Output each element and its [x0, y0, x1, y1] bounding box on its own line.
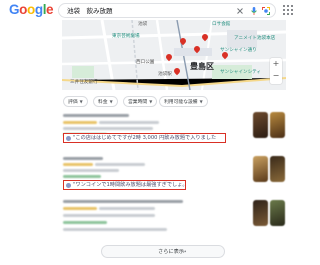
- result-thumbnail[interactable]: [270, 112, 285, 138]
- filter-chip-rating[interactable]: 評価 ▼: [63, 96, 88, 107]
- result-thumbnail[interactable]: [270, 156, 285, 182]
- avatar: [66, 135, 71, 141]
- map-label-station: 池袋駅: [158, 72, 172, 77]
- chip-label: 営業時間: [128, 100, 148, 105]
- zoom-out-button[interactable]: −: [270, 70, 282, 82]
- filter-chip-facilities[interactable]: 利用可能な設備 ▼: [159, 96, 208, 107]
- mic-icon[interactable]: [249, 6, 259, 16]
- chip-label: 利用可能な設備: [164, 100, 198, 105]
- review-text: "ワンコインで1時間飲み放題は最強すぎでしょ。: [73, 182, 188, 188]
- result-address-blurred: [63, 127, 153, 130]
- result-thumbnail[interactable]: [253, 156, 268, 182]
- rating-stars-blurred: [63, 207, 97, 210]
- result-thumbnail[interactable]: [270, 200, 285, 226]
- apps-icon[interactable]: [283, 5, 293, 15]
- map-label-sunshine-city: サンシャインシティ: [220, 70, 262, 75]
- result-title-blurred: [63, 114, 129, 117]
- avatar: [66, 182, 71, 188]
- logo-letter: o: [19, 2, 27, 17]
- filter-chip-hours[interactable]: 営業時間 ▼: [123, 96, 158, 107]
- lens-icon[interactable]: [261, 6, 271, 16]
- chevron-down-icon: ▼: [149, 99, 153, 104]
- map-label-animate: アニメイト池袋本店: [234, 36, 276, 41]
- map-label-theater: 東京芸術劇場: [112, 34, 140, 39]
- logo-letter: e: [46, 2, 54, 17]
- chevron-down-icon: ▼: [199, 99, 203, 104]
- rating-stars-blurred: [63, 121, 97, 124]
- map-label-ikebukuro: 池袋: [138, 22, 148, 27]
- map-ward-label: 豊島区: [190, 62, 214, 71]
- show-more-label: さらに表示: [158, 249, 184, 255]
- arrow-right-icon: →: [182, 249, 187, 255]
- chevron-down-icon: ▼: [79, 99, 83, 104]
- result-meta-blurred: [95, 163, 145, 166]
- result-address-blurred: [63, 214, 155, 217]
- rating-stars-blurred: [63, 163, 93, 166]
- result-hours-blurred: [63, 221, 107, 224]
- logo-letter: o: [26, 2, 35, 17]
- result-meta-blurred: [99, 207, 155, 210]
- result-thumbnail[interactable]: [253, 200, 268, 226]
- result-hours-blurred: [63, 175, 101, 178]
- result-review-blurred: [63, 228, 167, 231]
- logo-letter: g: [34, 2, 43, 17]
- result-item-3[interactable]: [63, 198, 245, 240]
- map-panel[interactable]: 池袋 ロサ会館 サンシャイン通り 東京芸術劇場 アニメイト池袋本店 サンシャイン…: [62, 20, 286, 90]
- google-logo[interactable]: Google: [9, 2, 54, 18]
- result-title-blurred: [63, 157, 103, 160]
- chip-label: 評価: [68, 100, 78, 105]
- result-title-blurred: [63, 200, 183, 203]
- chip-label: 料金: [98, 100, 108, 105]
- review-text: "この店ははじめてですが2時 3,000 円飲み放題で入りました: [73, 135, 217, 141]
- result-address-blurred: [63, 169, 119, 172]
- map-label-bank: 三井住友銀行: [70, 80, 98, 85]
- chevron-down-icon: ▼: [109, 99, 113, 104]
- search-box[interactable]: 池袋 飲み放題: [58, 3, 276, 18]
- result-thumbnail[interactable]: [253, 112, 268, 138]
- search-input[interactable]: 池袋 飲み放題: [67, 5, 113, 17]
- review-snippet: "ワンコインで1時間飲み放題は最強すぎでしょ。: [63, 180, 188, 190]
- map-label-park: 西口公園: [136, 60, 155, 65]
- map-zoom-control[interactable]: + −: [270, 58, 282, 84]
- show-more-button[interactable]: さらに表示 →: [101, 245, 225, 258]
- search-header: Google 池袋 飲み放題: [0, 0, 300, 22]
- map-label-rosa: ロサ会館: [212, 22, 231, 27]
- result-meta-blurred: [99, 121, 159, 124]
- filter-chip-price[interactable]: 料金 ▼: [93, 96, 118, 107]
- logo-letter: G: [9, 2, 20, 17]
- zoom-in-button[interactable]: +: [270, 58, 282, 70]
- close-icon[interactable]: [235, 6, 245, 16]
- review-snippet: "この店ははじめてですが2時 3,000 円飲み放題で入りました: [63, 133, 226, 143]
